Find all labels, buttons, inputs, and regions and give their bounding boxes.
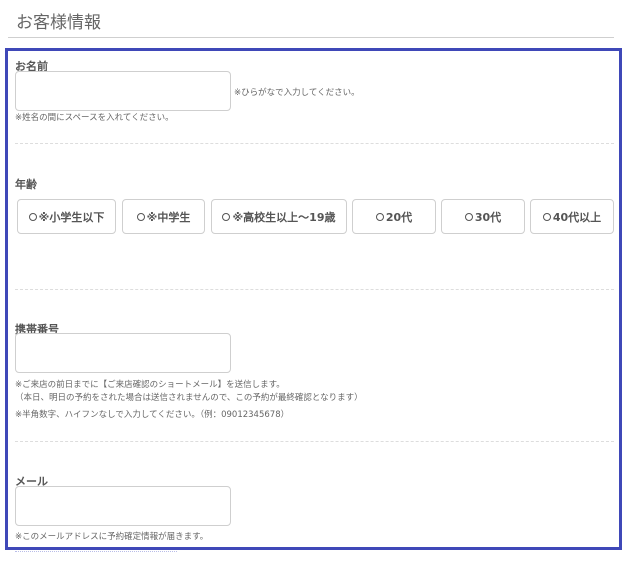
age-option-high-school-19[interactable]: ※高校生以上〜19歳 <box>211 199 347 234</box>
age-option-40s-plus[interactable]: 40代以上 <box>530 199 614 234</box>
radio-circle-icon <box>542 212 551 221</box>
phone-hint-format: ※半角数字、ハイフンなしで入力してください。（例：09012345678） <box>15 410 290 420</box>
divider <box>15 441 614 442</box>
name-hint: ※姓名の間にスペースを入れてください。 <box>15 113 174 123</box>
age-option-label: 40代以上 <box>552 210 602 224</box>
phone-hint-same-day: （本日、明日の予約をされた場合は送信されませんので、この予約が最終確認となります… <box>15 393 363 403</box>
email-input[interactable] <box>15 486 231 526</box>
age-option-30s[interactable]: 30代 <box>441 199 525 234</box>
age-option-label: ※中学生 <box>146 210 191 224</box>
age-option-label: 20代 <box>385 210 413 224</box>
phone-hint-sms: ※ご来店の前日までに【ご来店確認のショートメール】を送信します。 <box>15 380 285 390</box>
age-option-label: ※小学生以下 <box>38 210 105 224</box>
title-divider <box>8 37 614 38</box>
radio-circle-icon <box>464 212 473 221</box>
radio-circle-icon <box>28 212 37 221</box>
age-option-junior-high[interactable]: ※中学生 <box>122 199 205 234</box>
name-input[interactable] <box>15 71 231 111</box>
divider <box>15 143 614 144</box>
age-option-label: 30代 <box>474 210 502 224</box>
age-label: 年齢 <box>15 178 37 191</box>
email-hint: ※このメールアドレスに予約確定情報が届きます。 <box>15 532 209 542</box>
age-option-20s[interactable]: 20代 <box>352 199 436 234</box>
radio-circle-icon <box>136 212 145 221</box>
age-option-elementary[interactable]: ※小学生以下 <box>17 199 116 234</box>
section-title: お客様情報 <box>16 13 101 33</box>
bottom-dotted-rule <box>15 551 177 552</box>
divider <box>15 289 614 290</box>
phone-input[interactable] <box>15 333 231 373</box>
radio-circle-icon <box>222 212 231 221</box>
radio-circle-icon <box>375 212 384 221</box>
name-side-hint: ※ひらがなで入力してください。 <box>234 88 360 98</box>
customer-form-frame <box>5 48 622 550</box>
age-option-label: ※高校生以上〜19歳 <box>232 210 336 224</box>
